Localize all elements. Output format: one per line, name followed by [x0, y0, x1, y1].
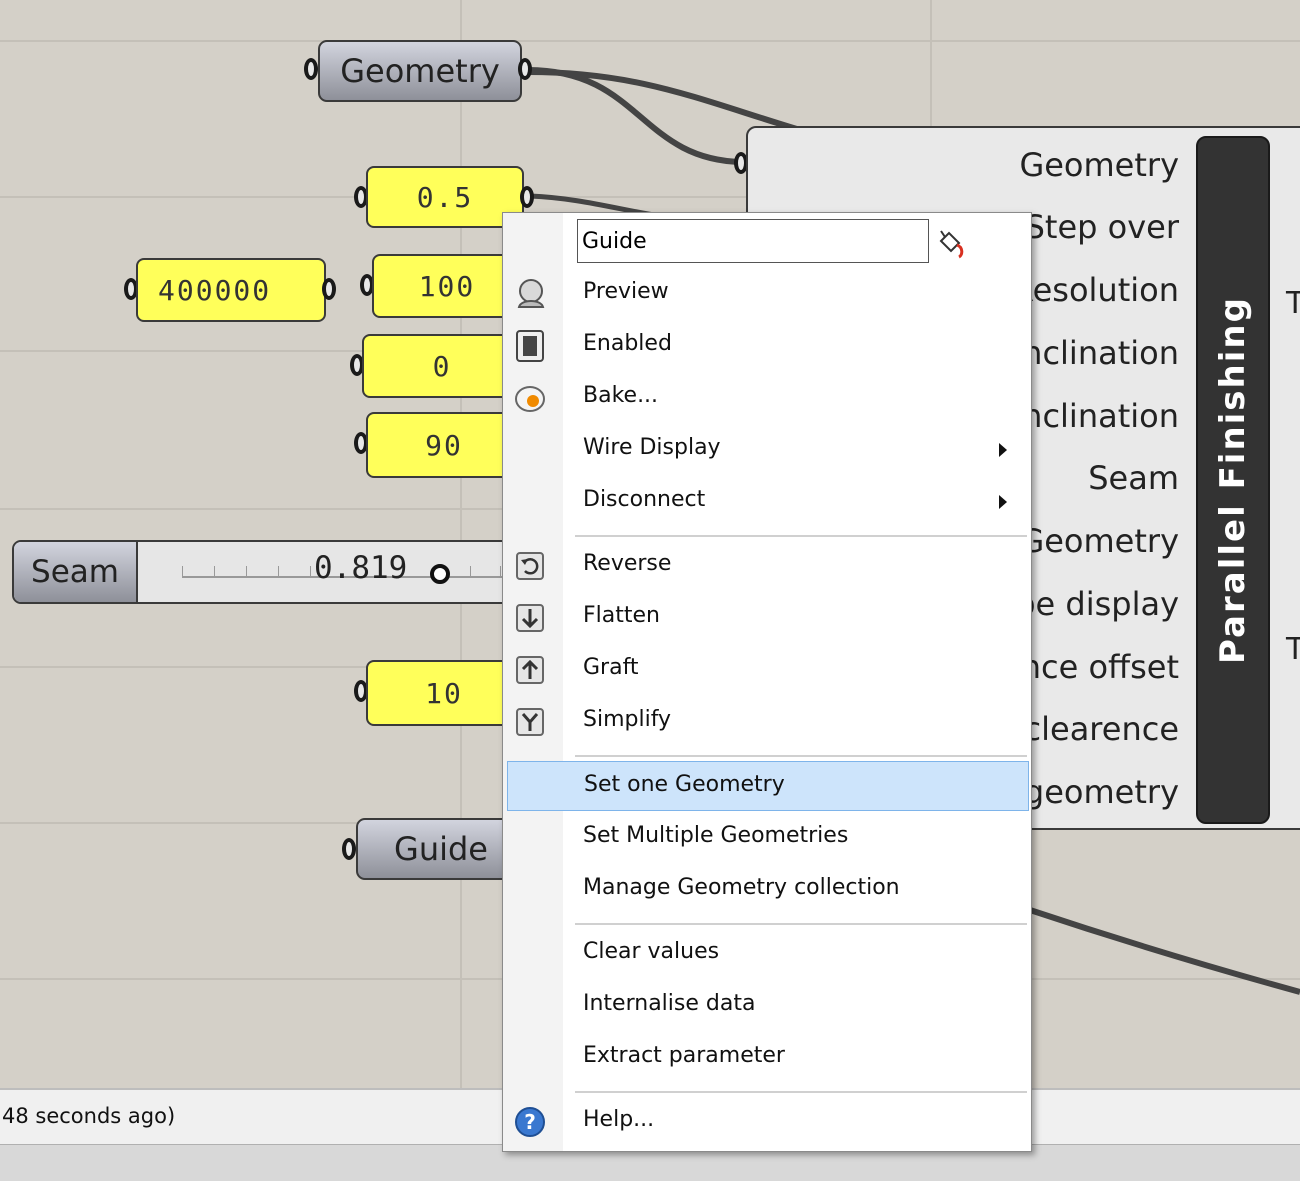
menu-item-preview[interactable]: Preview	[503, 269, 1029, 319]
menu-item-clear-values[interactable]: Clear values	[503, 929, 1029, 979]
menu-item-simplify[interactable]: Simplify	[503, 697, 1029, 747]
submenu-arrow-icon	[999, 443, 1007, 457]
output-grip[interactable]	[322, 278, 336, 300]
menu-item-internalise-data[interactable]: Internalise data	[503, 981, 1029, 1031]
menu-item-label: Flatten	[583, 603, 660, 628]
menu-item-label: Reverse	[583, 551, 672, 576]
menu-item-label: Simplify	[583, 707, 672, 732]
input-label: nclination	[1022, 334, 1179, 372]
input-label: Geometry	[1019, 522, 1179, 560]
preview-icon	[517, 279, 545, 308]
menu-item-wire-display[interactable]: Wire Display	[503, 425, 1029, 475]
input-label: Seam	[1088, 459, 1179, 497]
menu-item-set-multiple-geometries[interactable]: Set Multiple Geometries	[503, 813, 1029, 863]
submenu-arrow-icon	[999, 495, 1007, 509]
number-value: 400000	[158, 273, 272, 307]
menu-separator	[575, 535, 1027, 537]
number-value: 100	[418, 269, 476, 303]
nickname-input[interactable]	[577, 219, 929, 263]
number-value: 0	[432, 349, 452, 383]
menu-item-label: Help...	[583, 1107, 655, 1132]
menu-item-label: Extract parameter	[583, 1043, 785, 1068]
input-label: Resolution	[1011, 271, 1179, 309]
menu-separator	[575, 755, 1027, 757]
seam-slider[interactable]: Seam 0.819	[12, 540, 522, 604]
input-label: Geometry	[1019, 146, 1179, 184]
menu-separator	[575, 923, 1027, 925]
guide-param[interactable]: Guide	[356, 818, 526, 880]
component-nickname: Parallel Finishing	[1213, 296, 1253, 664]
menu-item-label: Manage Geometry collection	[583, 875, 900, 900]
slider-knob[interactable]	[430, 564, 450, 584]
wire	[527, 69, 801, 133]
number-input[interactable]: 0.5	[366, 166, 524, 228]
geometry-param[interactable]: Geometry	[318, 40, 522, 102]
simplify-icon	[516, 708, 544, 736]
number-value: 0.5	[416, 180, 474, 214]
param-label: Guide	[394, 830, 488, 868]
input-label: Step over	[1024, 208, 1179, 246]
menu-item-label: Internalise data	[583, 991, 756, 1016]
context-menu: Preview Enabled Bake... Wire Display Dis…	[502, 212, 1032, 1152]
wire	[1029, 907, 1300, 995]
menu-item-label: Set one Geometry	[584, 772, 785, 797]
menu-item-label: Wire Display	[583, 435, 721, 460]
reverse-icon	[516, 552, 544, 580]
menu-item-graft[interactable]: Graft	[503, 645, 1029, 695]
menu-item-label: Graft	[583, 655, 639, 680]
input-label: nclination	[1022, 397, 1179, 435]
menu-item-label: Set Multiple Geometries	[583, 823, 849, 848]
number-input[interactable]: 90	[366, 412, 522, 478]
menu-item-flatten[interactable]: Flatten	[503, 593, 1029, 643]
output-grip[interactable]	[518, 58, 532, 80]
input-label: geometry	[1023, 773, 1179, 811]
input-grip[interactable]	[304, 58, 318, 80]
menu-item-extract-parameter[interactable]: Extract parameter	[503, 1033, 1029, 1083]
output-label: T	[1286, 632, 1300, 667]
menu-item-label: Preview	[583, 279, 669, 304]
menu-separator	[575, 1091, 1027, 1093]
status-text: 48 seconds ago)	[2, 1104, 176, 1128]
menu-item-help[interactable]: ? Help...	[503, 1097, 1029, 1147]
number-input[interactable]: 10	[366, 660, 522, 726]
component-nickname-bar[interactable]: Parallel Finishing	[1196, 136, 1270, 824]
output-grip[interactable]	[520, 186, 534, 208]
paint-bucket-icon[interactable]	[935, 227, 967, 259]
help-icon: ?	[515, 1107, 545, 1137]
menu-item-label: Enabled	[583, 331, 672, 356]
menu-item-enabled[interactable]: Enabled	[503, 321, 1029, 371]
number-input[interactable]: 400000	[136, 258, 326, 322]
svg-text:?: ?	[524, 1110, 536, 1134]
menu-item-reverse[interactable]: Reverse	[503, 541, 1029, 591]
number-value: 90	[425, 428, 463, 462]
enabled-icon	[516, 330, 544, 362]
slider-label: Seam	[14, 542, 138, 602]
input-label: clearence	[1023, 710, 1179, 748]
output-label: T	[1286, 286, 1300, 321]
menu-item-disconnect[interactable]: Disconnect	[503, 477, 1029, 527]
param-label: Geometry	[340, 52, 500, 90]
number-input[interactable]: 100	[372, 254, 522, 318]
input-label: nce offset	[1020, 648, 1179, 686]
flatten-icon	[516, 604, 544, 632]
menu-item-set-one-geometry[interactable]: Set one Geometry	[507, 761, 1029, 811]
menu-item-manage-collection[interactable]: Manage Geometry collection	[503, 865, 1029, 915]
input-grip[interactable]	[342, 838, 356, 860]
input-label: pe display	[1015, 585, 1179, 623]
menu-item-label: Clear values	[583, 939, 720, 964]
number-value: 10	[425, 676, 463, 710]
number-input[interactable]: 0	[362, 334, 522, 398]
bake-icon	[515, 386, 545, 412]
menu-item-bake[interactable]: Bake...	[503, 373, 1029, 423]
slider-value: 0.819	[314, 550, 408, 586]
menu-item-label: Disconnect	[583, 487, 706, 512]
menu-item-label: Bake...	[583, 383, 659, 408]
graft-icon	[516, 656, 544, 684]
